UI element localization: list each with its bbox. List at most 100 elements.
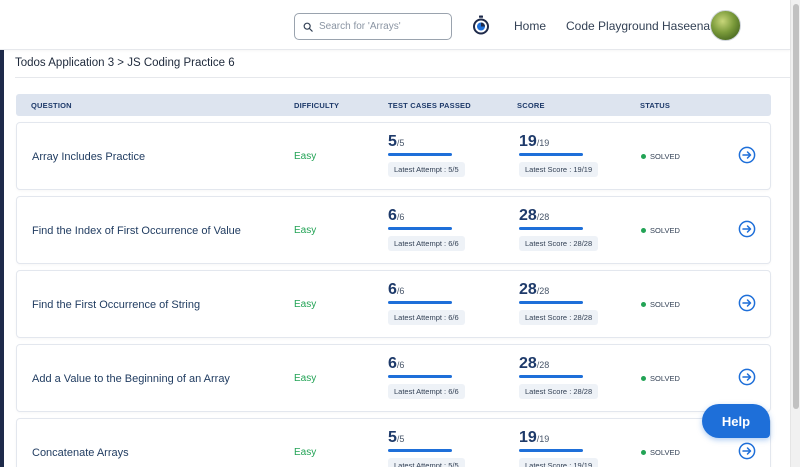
question-row[interactable]: Find the First Occurrence of String Easy… — [16, 270, 771, 338]
question-title[interactable]: Find the Index of First Occurrence of Va… — [32, 225, 241, 237]
latest-attempt-chip: Latest Attempt : 5/5 — [388, 162, 465, 177]
difficulty-badge: Easy — [294, 447, 317, 458]
test-cases-cell: 5/5 Latest Attempt : 5/5 — [388, 429, 465, 467]
test-cases-passed: 6 — [388, 355, 397, 372]
status-label: SOLVED — [650, 226, 680, 235]
test-cases-cell: 6/6 Latest Attempt : 6/6 — [388, 207, 465, 251]
question-row[interactable]: Concatenate Arrays Easy 5/5 Latest Attem… — [16, 418, 771, 467]
test-cases-total: /6 — [396, 212, 405, 222]
score-total: /28 — [536, 360, 550, 370]
status-label: SOLVED — [650, 374, 680, 383]
score-value: 28 — [519, 355, 537, 372]
column-header-difficulty: DIFFICULTY — [294, 101, 340, 110]
test-cases-progress-bar — [388, 227, 452, 230]
score-total: /19 — [536, 138, 550, 148]
arrow-right-circle-icon[interactable] — [738, 368, 756, 386]
difficulty-badge: Easy — [294, 151, 317, 162]
latest-score-chip: Latest Score : 19/19 — [519, 458, 599, 467]
score-total: /28 — [536, 212, 550, 222]
avatar[interactable] — [710, 10, 741, 41]
test-cases-passed: 6 — [388, 207, 397, 224]
score-value: 19 — [519, 429, 537, 446]
score-value: 28 — [519, 207, 537, 224]
help-button[interactable]: Help — [702, 404, 770, 438]
score-progress-bar — [519, 227, 583, 230]
search-icon — [303, 22, 313, 32]
column-header-test-cases: TEST CASES PASSED — [388, 101, 471, 110]
status-dot-icon — [641, 450, 646, 455]
question-row[interactable]: Array Includes Practice Easy 5/5 Latest … — [16, 122, 771, 190]
status-badge: SOLVED — [641, 152, 680, 161]
score-cell: 28/28 Latest Score : 28/28 — [519, 281, 599, 325]
score-value: 28 — [519, 281, 537, 298]
test-cases-total: /6 — [396, 286, 405, 296]
arrow-right-circle-icon[interactable] — [738, 220, 756, 238]
arrow-right-circle-icon[interactable] — [738, 146, 756, 164]
latest-score-chip: Latest Score : 28/28 — [519, 310, 599, 325]
status-badge: SOLVED — [641, 448, 680, 457]
test-cases-progress-bar — [388, 449, 452, 452]
score-progress-bar — [519, 449, 583, 452]
arrow-right-circle-icon[interactable] — [738, 442, 756, 460]
difficulty-badge: Easy — [294, 299, 317, 310]
nav-code-playground-link[interactable]: Code Playground — [566, 19, 659, 33]
score-total: /19 — [536, 434, 550, 444]
scrollbar-thumb[interactable] — [793, 4, 799, 409]
latest-score-chip: Latest Score : 28/28 — [519, 384, 599, 399]
status-dot-icon — [641, 376, 646, 381]
status-dot-icon — [641, 154, 646, 159]
test-cases-progress-bar — [388, 375, 452, 378]
question-title[interactable]: Concatenate Arrays — [32, 447, 129, 459]
test-cases-progress-bar — [388, 301, 452, 304]
score-value: 19 — [519, 133, 537, 150]
latest-score-chip: Latest Score : 28/28 — [519, 236, 599, 251]
test-cases-total: /6 — [396, 360, 405, 370]
nav-home-link[interactable]: Home — [514, 19, 546, 33]
latest-attempt-chip: Latest Attempt : 5/5 — [388, 458, 465, 467]
test-cases-total: /5 — [396, 434, 405, 444]
question-row[interactable]: Find the Index of First Occurrence of Va… — [16, 196, 771, 264]
status-dot-icon — [641, 302, 646, 307]
status-badge: SOLVED — [641, 226, 680, 235]
test-cases-passed: 5 — [388, 133, 397, 150]
test-cases-cell: 5/5 Latest Attempt : 5/5 — [388, 133, 465, 177]
score-progress-bar — [519, 375, 583, 378]
test-cases-progress-bar — [388, 153, 452, 156]
divider — [15, 77, 790, 78]
question-title[interactable]: Add a Value to the Beginning of an Array — [32, 373, 230, 385]
table-header: QUESTION DIFFICULTY TEST CASES PASSED SC… — [16, 94, 771, 116]
column-header-status: STATUS — [640, 101, 671, 110]
status-dot-icon — [641, 228, 646, 233]
question-title[interactable]: Array Includes Practice — [32, 151, 145, 163]
top-navbar: Home Code Playground Haseena — [0, 0, 790, 50]
breadcrumb: Todos Application 3 > JS Coding Practice… — [15, 57, 235, 69]
question-row[interactable]: Add a Value to the Beginning of an Array… — [16, 344, 771, 412]
status-label: SOLVED — [650, 300, 680, 309]
test-cases-total: /5 — [396, 138, 405, 148]
score-cell: 19/19 Latest Score : 19/19 — [519, 133, 599, 177]
status-label: SOLVED — [650, 152, 680, 161]
status-label: SOLVED — [650, 448, 680, 457]
test-cases-cell: 6/6 Latest Attempt : 6/6 — [388, 355, 465, 399]
score-cell: 28/28 Latest Score : 28/28 — [519, 207, 599, 251]
column-header-question: QUESTION — [31, 101, 72, 110]
username[interactable]: Haseena — [662, 19, 710, 33]
left-accent-bar — [0, 50, 4, 467]
scrollbar[interactable] — [790, 0, 800, 467]
search-box[interactable] — [294, 13, 452, 40]
arrow-right-circle-icon[interactable] — [738, 294, 756, 312]
score-total: /28 — [536, 286, 550, 296]
score-progress-bar — [519, 153, 583, 156]
stopwatch-icon[interactable] — [472, 15, 490, 35]
status-badge: SOLVED — [641, 300, 680, 309]
latest-attempt-chip: Latest Attempt : 6/6 — [388, 310, 465, 325]
test-cases-passed: 6 — [388, 281, 397, 298]
question-title[interactable]: Find the First Occurrence of String — [32, 299, 200, 311]
test-cases-passed: 5 — [388, 429, 397, 446]
difficulty-badge: Easy — [294, 373, 317, 384]
column-header-score: SCORE — [517, 101, 545, 110]
score-cell: 28/28 Latest Score : 28/28 — [519, 355, 599, 399]
score-cell: 19/19 Latest Score : 19/19 — [519, 429, 599, 467]
score-progress-bar — [519, 301, 583, 304]
search-input[interactable] — [319, 21, 449, 32]
